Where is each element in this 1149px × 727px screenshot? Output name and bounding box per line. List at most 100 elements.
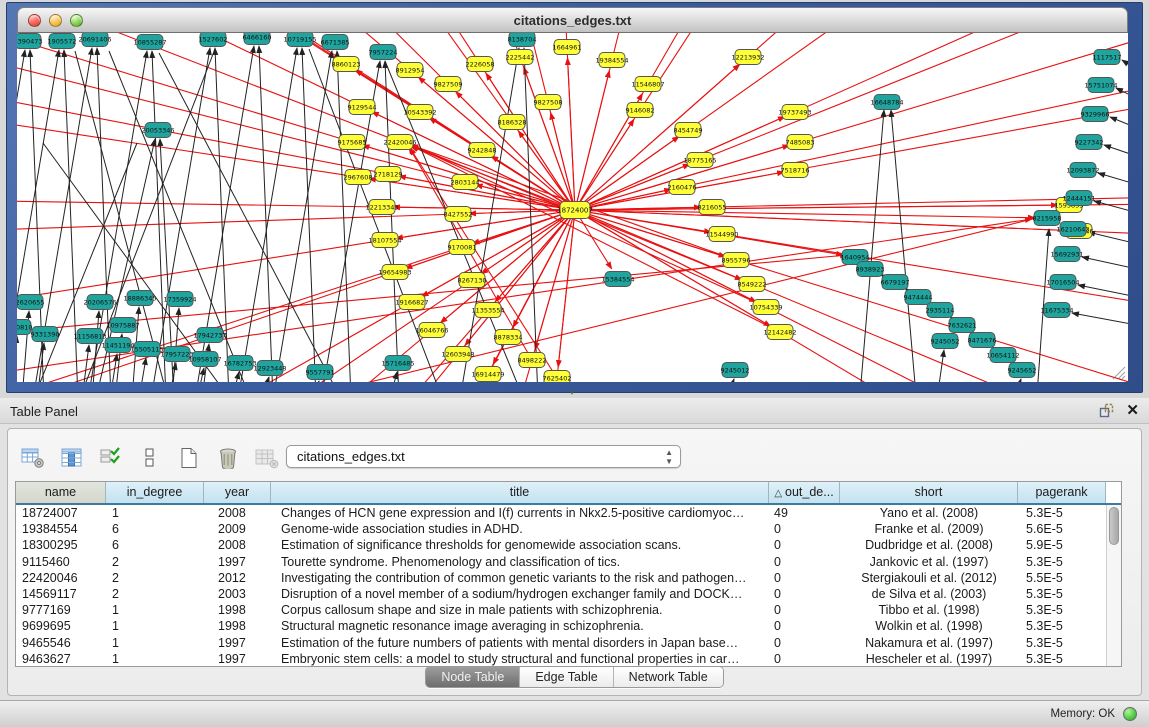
table-cell[interactable]: 9463627 (16, 651, 106, 667)
tab-network-table[interactable]: Network Table (614, 667, 723, 687)
table-row[interactable]: 1830029562008Estimation of significance … (16, 537, 1106, 553)
table-cell[interactable]: 22420046 (16, 570, 106, 586)
table-cell[interactable]: 1998 (204, 618, 271, 634)
table-cell[interactable]: 1997 (204, 651, 271, 667)
table-cell[interactable]: 49 (769, 505, 840, 521)
table-cell[interactable]: 0 (769, 635, 840, 651)
table-cell[interactable]: Yano et al. (2008) (840, 505, 1018, 521)
table-settings-icon[interactable] (20, 446, 46, 470)
table-cell[interactable]: 0 (769, 521, 840, 537)
table-cell[interactable]: 5.3E-5 (1018, 635, 1106, 651)
table-cell[interactable]: 9465546 (16, 635, 106, 651)
table-cell[interactable]: 0 (769, 618, 840, 634)
table-scrollbar[interactable] (1106, 505, 1121, 666)
table-cell[interactable]: 9699695 (16, 618, 106, 634)
table-cell[interactable]: 1 (106, 635, 204, 651)
table-cell[interactable]: 2 (106, 554, 204, 570)
new-table-icon[interactable] (176, 446, 202, 470)
network-window-titlebar[interactable]: citations_edges.txt (17, 7, 1128, 33)
table-row[interactable]: 1872400712008Changes of HCN gene express… (16, 505, 1106, 521)
table-cell[interactable]: Investigating the contribution of common… (271, 570, 769, 586)
table-cell[interactable]: 1 (106, 505, 204, 521)
table-cell[interactable]: 5.3E-5 (1018, 602, 1106, 618)
table-cell[interactable]: 5.6E-5 (1018, 521, 1106, 537)
table-cell[interactable]: 5.5E-5 (1018, 570, 1106, 586)
table-cell[interactable]: 14569117 (16, 586, 106, 602)
table-cell[interactable]: Tourette syndrome. Phenomenology and cla… (271, 554, 769, 570)
table-row[interactable]: 946362711997Embryonic stem cells: a mode… (16, 651, 1106, 667)
table-cell[interactable]: 6 (106, 521, 204, 537)
table-cell[interactable]: 18300295 (16, 537, 106, 553)
table-cell[interactable]: 5.3E-5 (1018, 651, 1106, 667)
table-row[interactable]: 1456911722003Disruption of a novel membe… (16, 586, 1106, 602)
table-cell[interactable]: Disruption of a novel member of a sodium… (271, 586, 769, 602)
table-cell[interactable]: Stergiakouli et al. (2012) (840, 570, 1018, 586)
table-cell[interactable]: Hescheler et al. (1997) (840, 651, 1018, 667)
table-cell[interactable]: de Silva et al. (2003) (840, 586, 1018, 602)
table-cell[interactable]: Nakamura et al. (1997) (840, 635, 1018, 651)
table-cell[interactable]: 5.3E-5 (1018, 505, 1106, 521)
table-scrollbar-thumb[interactable] (1109, 507, 1119, 545)
column-header-pagerank[interactable]: pagerank (1018, 482, 1106, 503)
table-cell[interactable]: 19384554 (16, 521, 106, 537)
column-header-out_de[interactable]: △out_de... (769, 482, 840, 503)
tab-edge-table[interactable]: Edge Table (520, 667, 613, 687)
table-cell[interactable]: 5.9E-5 (1018, 537, 1106, 553)
table-cell[interactable]: 0 (769, 651, 840, 667)
table-cell[interactable]: 5.3E-5 (1018, 554, 1106, 570)
table-cell[interactable]: 9115460 (16, 554, 106, 570)
select-rows-icon[interactable] (98, 446, 124, 470)
table-cell[interactable]: 2003 (204, 586, 271, 602)
table-cell[interactable]: 1997 (204, 554, 271, 570)
table-cell[interactable]: 2009 (204, 521, 271, 537)
table-cell[interactable]: Corpus callosum shape and size in male p… (271, 602, 769, 618)
table-cell[interactable]: 1997 (204, 635, 271, 651)
table-cell[interactable]: 0 (769, 602, 840, 618)
table-row[interactable]: 977716911998Corpus callosum shape and si… (16, 602, 1106, 618)
table-cell[interactable]: 2 (106, 570, 204, 586)
table-row[interactable]: 946554611997Estimation of the future num… (16, 635, 1106, 651)
table-row[interactable]: 911546021997Tourette syndrome. Phenomeno… (16, 554, 1106, 570)
table-cell[interactable]: Wolkin et al. (1998) (840, 618, 1018, 634)
tab-node-table[interactable]: Node Table (426, 667, 520, 687)
table-cell[interactable]: 6 (106, 537, 204, 553)
column-header-short[interactable]: short (840, 482, 1018, 503)
table-cell[interactable]: 1 (106, 602, 204, 618)
table-selector-dropdown[interactable]: citations_edges.txt ▲▼ (286, 445, 681, 468)
table-cell[interactable]: Estimation of the future numbers of pati… (271, 635, 769, 651)
table-cell[interactable]: Jankovic et al. (1997) (840, 554, 1018, 570)
table-cell[interactable]: Franke et al. (2009) (840, 521, 1018, 537)
table-cell[interactable]: Genome-wide association studies in ADHD. (271, 521, 769, 537)
table-cell[interactable]: 1 (106, 651, 204, 667)
table-cell[interactable]: 18724007 (16, 505, 106, 521)
table-row[interactable]: 1938455462009Genome-wide association stu… (16, 521, 1106, 537)
table-cell[interactable]: 0 (769, 554, 840, 570)
table-cell[interactable]: 2 (106, 586, 204, 602)
column-header-in_degree[interactable]: in_degree (106, 482, 204, 503)
network-canvas[interactable]: 2225442222605898275091054339222420046271… (17, 33, 1128, 382)
column-header-name[interactable]: name (16, 482, 106, 503)
import-table-icon[interactable] (254, 446, 280, 470)
table-cell[interactable]: 0 (769, 586, 840, 602)
table-cell[interactable]: 1 (106, 618, 204, 634)
table-cell[interactable]: 0 (769, 537, 840, 553)
table-cell[interactable]: 1998 (204, 602, 271, 618)
delete-table-icon[interactable] (215, 446, 241, 470)
table-cell[interactable]: Dudbridge et al. (2008) (840, 537, 1018, 553)
table-cell[interactable]: 9777169 (16, 602, 106, 618)
table-cell[interactable]: 0 (769, 570, 840, 586)
table-cell[interactable]: Structural magnetic resonance image aver… (271, 618, 769, 634)
table-cell[interactable]: 5.3E-5 (1018, 586, 1106, 602)
column-header-year[interactable]: year (204, 482, 271, 503)
table-cell[interactable]: Tibbo et al. (1998) (840, 602, 1018, 618)
table-cell[interactable]: Embryonic stem cells: a model to study s… (271, 651, 769, 667)
table-cell[interactable]: Changes of HCN gene expression and I(f) … (271, 505, 769, 521)
table-cell[interactable]: Estimation of significance thresholds fo… (271, 537, 769, 553)
resize-grip-icon[interactable] (1112, 366, 1126, 380)
table-row[interactable]: 969969511998Structural magnetic resonanc… (16, 618, 1106, 634)
float-panel-icon[interactable] (1099, 403, 1114, 418)
table-row[interactable]: 2242004622012Investigating the contribut… (16, 570, 1106, 586)
panel-rows-icon[interactable] (137, 446, 163, 470)
column-header-title[interactable]: title (271, 482, 769, 503)
close-panel-icon[interactable]: ✕ (1126, 403, 1139, 418)
